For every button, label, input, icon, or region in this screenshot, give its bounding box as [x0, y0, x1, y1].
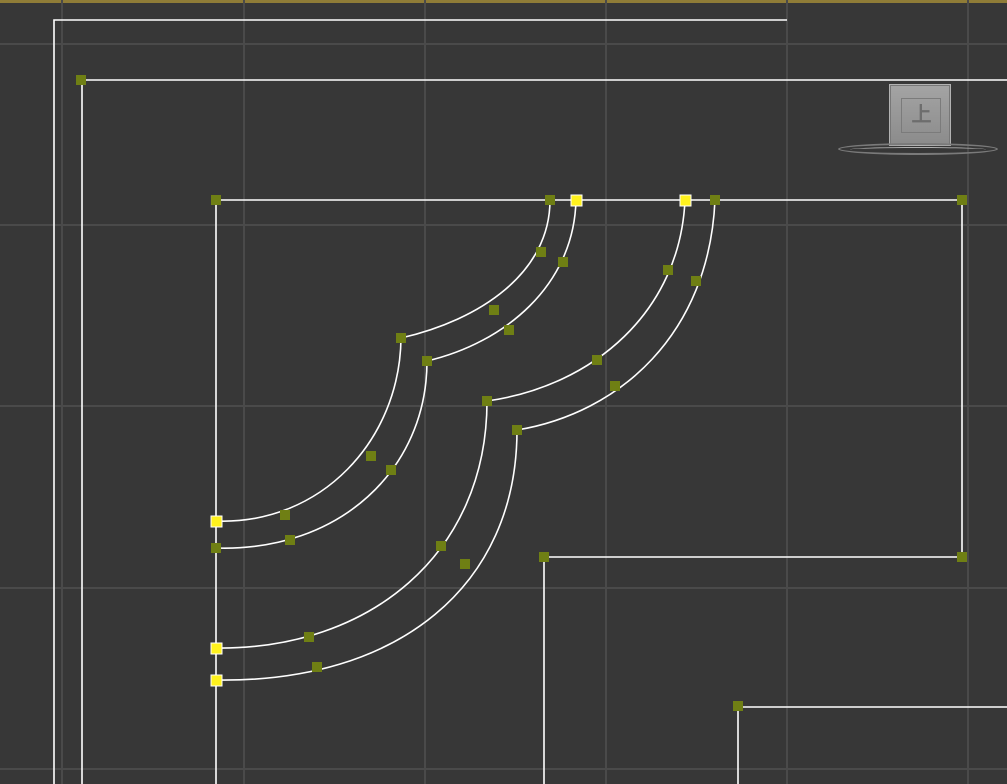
viewcube-navigation[interactable]: 上: [838, 84, 998, 160]
arc-spline-2[interactable]: [215, 199, 577, 549]
viewcube-compass-ring[interactable]: [838, 143, 998, 155]
spline-vertex[interactable]: [489, 305, 499, 315]
lower-right-wall-spline[interactable]: [737, 706, 1007, 784]
spline-vertex[interactable]: [386, 465, 396, 475]
spline-vertex[interactable]: [558, 257, 568, 267]
spline-vertex-selected[interactable]: [679, 194, 692, 207]
spline-vertex[interactable]: [733, 701, 743, 711]
spline-vertex[interactable]: [957, 195, 967, 205]
spline-vertex[interactable]: [460, 559, 470, 569]
spline-vertex[interactable]: [422, 356, 432, 366]
spline-vertex[interactable]: [957, 552, 967, 562]
spline-vertex[interactable]: [539, 552, 549, 562]
spline-vertex[interactable]: [482, 396, 492, 406]
spline-vertex[interactable]: [512, 425, 522, 435]
spline-vertex[interactable]: [211, 195, 221, 205]
spline-vertex[interactable]: [545, 195, 555, 205]
spline-vertex[interactable]: [211, 543, 221, 553]
spline-vertex-selected[interactable]: [570, 194, 583, 207]
spline-vertex[interactable]: [76, 75, 86, 85]
outer-boundary-spline[interactable]: [53, 19, 787, 784]
spline-vertex-selected[interactable]: [210, 674, 223, 687]
viewport-2d-top[interactable]: 上: [0, 0, 1007, 784]
spline-vertex[interactable]: [504, 325, 514, 335]
spline-vertex[interactable]: [396, 333, 406, 343]
arc-spline-3[interactable]: [215, 199, 686, 649]
spline-vertex[interactable]: [285, 535, 295, 545]
spline-vertex[interactable]: [710, 195, 720, 205]
viewcube-label: 上: [901, 98, 941, 133]
main-room-outline-spline[interactable]: [215, 199, 963, 784]
spline-vertex[interactable]: [304, 632, 314, 642]
spline-vertex[interactable]: [280, 510, 290, 520]
spline-vertex[interactable]: [436, 541, 446, 551]
spline-vertex-selected[interactable]: [210, 515, 223, 528]
viewcube-top-face[interactable]: 上: [889, 84, 951, 146]
spline-vertex[interactable]: [366, 451, 376, 461]
arc-spline-1[interactable]: [215, 199, 551, 522]
spline-vertex[interactable]: [663, 265, 673, 275]
spline-vertex[interactable]: [610, 381, 620, 391]
spline-vertex-selected[interactable]: [210, 642, 223, 655]
arc-spline-4[interactable]: [215, 199, 716, 681]
spline-vertices[interactable]: [76, 75, 967, 711]
viewcube-compass-highlight: [850, 147, 986, 152]
spline-vertex[interactable]: [592, 355, 602, 365]
spline-vertex[interactable]: [536, 247, 546, 257]
spline-vertex[interactable]: [312, 662, 322, 672]
spline-vertex[interactable]: [691, 276, 701, 286]
